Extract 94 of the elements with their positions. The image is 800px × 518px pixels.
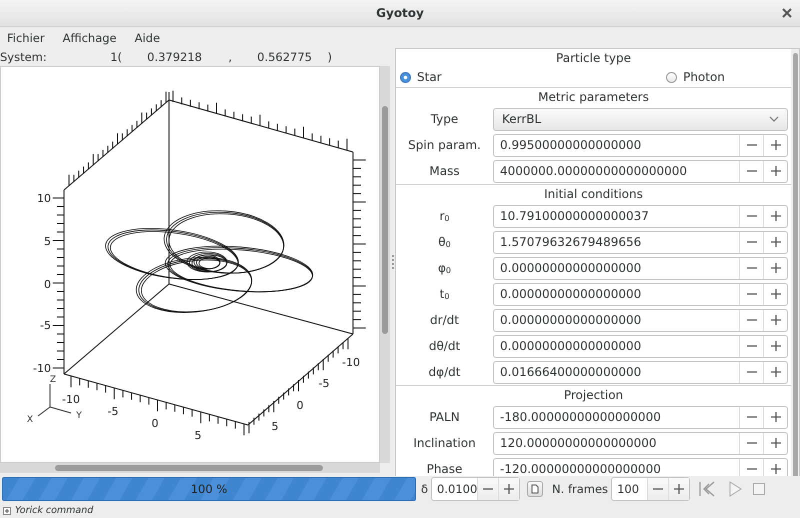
radio-label[interactable]: Star bbox=[417, 70, 442, 84]
spin-field[interactable]: 120.00000000000000000 bbox=[493, 432, 788, 454]
field-label: dφ/dt bbox=[428, 365, 462, 379]
plus-icon bbox=[770, 341, 780, 351]
dropdown-value: KerrBL bbox=[502, 112, 542, 126]
plus-icon bbox=[770, 464, 780, 474]
radio-label[interactable]: Photon bbox=[683, 70, 725, 84]
spin-field[interactable]: 4000000.00000000000000000 bbox=[493, 160, 788, 182]
menu-item[interactable]: Fichier bbox=[2, 30, 50, 44]
field-label: Phase bbox=[426, 462, 464, 476]
system-value: , bbox=[227, 50, 232, 64]
system-value: 0.379218 bbox=[146, 50, 202, 64]
spin-field[interactable]: 0.00000000000000000 bbox=[493, 308, 788, 332]
decrement-button[interactable] bbox=[647, 478, 668, 500]
section-title: Metric parameters bbox=[537, 89, 650, 106]
tick-label: 5 bbox=[44, 235, 51, 248]
system-value: 0.562775 bbox=[256, 50, 312, 64]
close-icon bbox=[782, 8, 792, 18]
spin-field[interactable]: 0.0100 bbox=[431, 477, 520, 501]
tick-label: -5 bbox=[40, 319, 51, 332]
spin-field[interactable]: 0.99500000000000000 bbox=[493, 134, 788, 156]
plus-icon bbox=[770, 166, 780, 176]
plus-icon bbox=[770, 315, 780, 325]
field-label: t$_{0}$ bbox=[438, 287, 450, 301]
tick-label: -10 bbox=[62, 393, 80, 406]
plus-icon bbox=[770, 140, 780, 150]
tick-label: 0 bbox=[152, 417, 158, 430]
tick-label: -10 bbox=[33, 362, 51, 375]
field-label: Mass bbox=[428, 164, 461, 178]
decrement-button[interactable] bbox=[477, 478, 498, 500]
field-label: φ$_{0}$ bbox=[436, 261, 452, 275]
plus-icon bbox=[770, 211, 780, 221]
field-label: θ$_{0}$ bbox=[437, 235, 452, 249]
increment-button[interactable] bbox=[668, 478, 690, 500]
axis-label: X bbox=[26, 415, 34, 425]
plus-icon bbox=[674, 484, 684, 494]
delta-label: δ bbox=[421, 482, 428, 496]
vertical-scrollbar[interactable] bbox=[380, 66, 390, 463]
field-label: dθ/dt bbox=[428, 339, 462, 353]
tick-label: 0 bbox=[296, 399, 304, 412]
plus-icon bbox=[770, 367, 780, 377]
axis-label: Y bbox=[76, 411, 82, 421]
tick-label: -10 bbox=[342, 356, 360, 369]
radio-button[interactable] bbox=[666, 72, 678, 82]
spin-field[interactable]: 0.00000000000000000 bbox=[493, 282, 788, 306]
progress-text: 100 % bbox=[190, 481, 228, 498]
axis-label: Z bbox=[50, 375, 56, 385]
spin-field[interactable]: 0.01666400000000000 bbox=[493, 360, 788, 384]
tick-label: 5 bbox=[272, 420, 278, 433]
plus-icon bbox=[770, 263, 780, 273]
menu-item[interactable]: Affichage bbox=[58, 30, 122, 44]
chevron-down-icon bbox=[769, 116, 779, 122]
system-value: 1( bbox=[109, 50, 122, 64]
field-label: r$_{0}$ bbox=[438, 209, 451, 223]
field-label: dr/dt bbox=[429, 313, 460, 327]
section-title: Particle type bbox=[555, 50, 632, 67]
field-label: Inclination bbox=[412, 436, 477, 450]
spin-field[interactable]: 1.57079632679489656 bbox=[493, 230, 788, 254]
tick-label: -5 bbox=[108, 405, 118, 418]
plus-icon bbox=[770, 438, 780, 448]
field-label: PALN bbox=[428, 410, 461, 424]
spin-field[interactable]: 10.79100000000000037 bbox=[493, 204, 788, 228]
spin-field[interactable]: -120.00000000000000000 bbox=[493, 458, 788, 476]
tick-label: 0 bbox=[44, 278, 51, 291]
spin-field[interactable]: 100 bbox=[611, 477, 690, 501]
system-label: System: bbox=[0, 50, 48, 64]
field-label: Type bbox=[430, 112, 460, 126]
tick-label: -5 bbox=[318, 377, 330, 390]
system-value: ) bbox=[326, 50, 332, 64]
section-title: Initial conditions bbox=[543, 186, 644, 203]
plus-icon bbox=[770, 289, 780, 299]
tick-label: 5 bbox=[194, 429, 202, 442]
reset-button[interactable] bbox=[527, 481, 544, 497]
horizontal-scrollbar[interactable] bbox=[0, 463, 380, 473]
plus-icon bbox=[770, 237, 780, 247]
plus-icon bbox=[504, 484, 514, 494]
expander-label[interactable]: Yorick command bbox=[15, 505, 94, 516]
spin-field[interactable]: 0.00000000000000000 bbox=[493, 256, 788, 280]
type-dropdown[interactable]: KerrBL bbox=[493, 108, 788, 130]
tick-label: 10 bbox=[37, 192, 51, 205]
section-title: Projection bbox=[562, 387, 624, 404]
page-icon bbox=[531, 484, 540, 494]
radio-button[interactable] bbox=[400, 72, 411, 82]
expander-plus-icon[interactable] bbox=[3, 506, 11, 514]
spin-field[interactable]: -180.00000000000000000 bbox=[493, 406, 788, 428]
increment-button[interactable] bbox=[498, 478, 520, 500]
frames-label: N. frames bbox=[552, 482, 608, 496]
vertical-scrollbar[interactable] bbox=[791, 49, 799, 476]
field-label: Spin param. bbox=[407, 138, 482, 152]
menu-item[interactable]: Aide bbox=[130, 30, 166, 44]
plus-icon bbox=[770, 412, 780, 422]
window-title: Gyotoy bbox=[376, 6, 424, 20]
splitter-handle-icon[interactable] bbox=[392, 255, 394, 269]
spin-field[interactable]: 0.00000000000000000 bbox=[493, 334, 788, 358]
